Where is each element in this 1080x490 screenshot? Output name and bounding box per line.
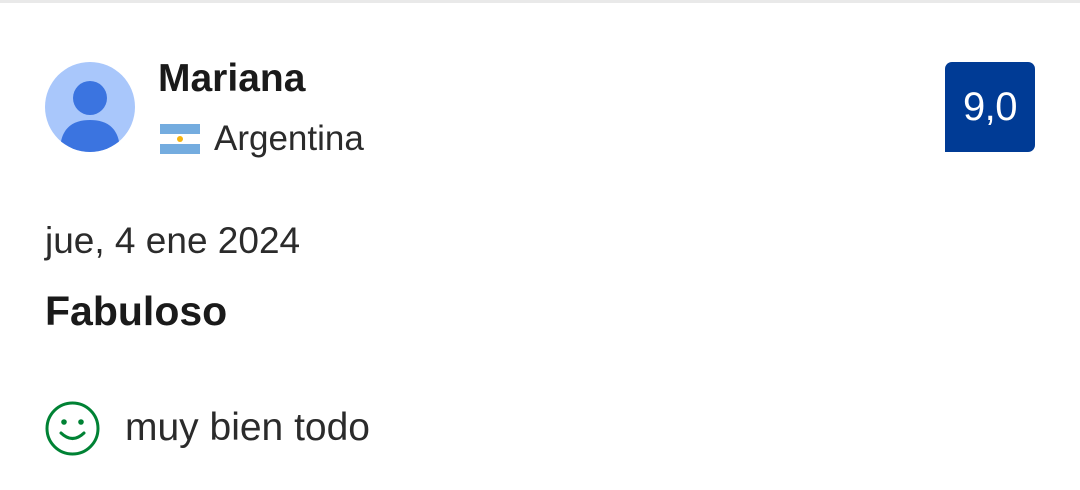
country-name: Argentina bbox=[214, 119, 364, 158]
score-badge: 9,0 bbox=[945, 62, 1035, 152]
reviewer-name: Mariana bbox=[158, 57, 306, 100]
review-date: jue, 4 ene 2024 bbox=[45, 220, 301, 261]
top-divider bbox=[0, 0, 1080, 3]
review-title: Fabuloso bbox=[45, 288, 228, 334]
reviewer-country: Argentina bbox=[160, 117, 364, 161]
positive-comment-text: muy bien todo bbox=[125, 406, 370, 449]
positive-comment: muy bien todo bbox=[44, 400, 370, 456]
argentina-flag-icon bbox=[160, 124, 200, 154]
user-avatar-icon bbox=[45, 62, 135, 152]
score-value: 9,0 bbox=[962, 85, 1018, 129]
smile-icon bbox=[45, 401, 100, 455]
